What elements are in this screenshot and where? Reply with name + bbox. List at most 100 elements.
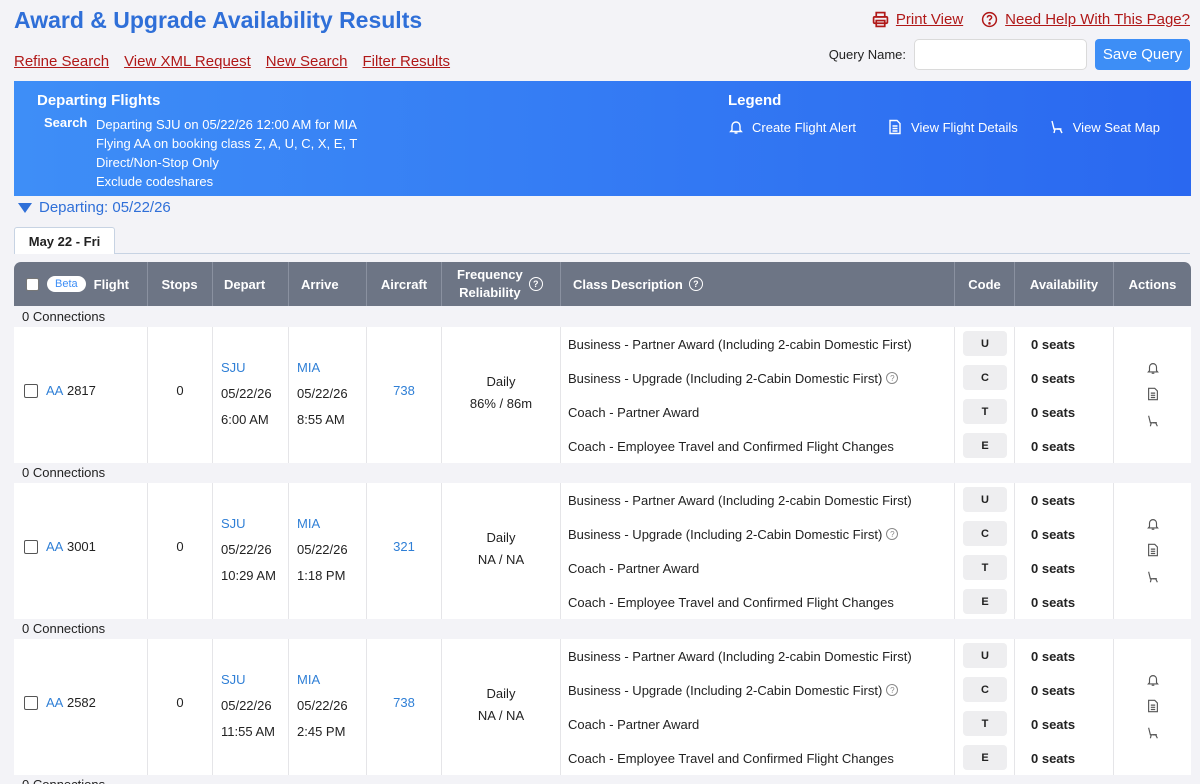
- bell-icon[interactable]: [1146, 517, 1160, 531]
- booking-code: T: [963, 555, 1007, 580]
- new-search-link[interactable]: New Search: [266, 53, 348, 70]
- flight-number: 2582: [66, 695, 96, 710]
- bell-icon[interactable]: [1146, 673, 1160, 687]
- arrive-airport-link[interactable]: MIA: [297, 667, 348, 693]
- class-description: Business - Upgrade (Including 2-Cabin Do…: [568, 368, 899, 388]
- depart-airport-link[interactable]: SJU: [221, 355, 272, 381]
- class-description: Coach - Partner Award: [568, 714, 699, 734]
- arrive-info: MIA 05/22/26 8:55 AM: [297, 355, 348, 433]
- document-icon[interactable]: [1146, 543, 1160, 557]
- save-query-button[interactable]: Save Query: [1095, 39, 1190, 70]
- arrive-time: 1:18 PM: [297, 568, 346, 583]
- frequency-info: Daily NA / NA: [442, 683, 560, 727]
- bell-icon[interactable]: [1146, 361, 1160, 375]
- flight-select-checkbox[interactable]: [24, 383, 38, 398]
- depart-date: 05/22/26: [221, 386, 272, 401]
- filter-results-link[interactable]: Filter Results: [363, 53, 451, 70]
- flight-row: AA 2582 0 SJU 05/22/26 11:55 AM MIA 05/2…: [14, 639, 1191, 775]
- carrier-link[interactable]: AA: [46, 383, 63, 398]
- arrive-airport-link[interactable]: MIA: [297, 355, 348, 381]
- help-link[interactable]: Need Help With This Page?: [981, 11, 1190, 28]
- arrive-airport-link[interactable]: MIA: [297, 511, 348, 537]
- th-code-label: Code: [968, 276, 1001, 292]
- tab-may-22[interactable]: May 22 - Fri: [14, 227, 115, 254]
- frequency-value: Daily: [486, 530, 516, 545]
- seat-availability: 0 seats: [1031, 750, 1076, 766]
- class-description: Business - Upgrade (Including 2-Cabin Do…: [568, 680, 899, 700]
- view-xml-request-link[interactable]: View XML Request: [124, 53, 251, 70]
- th-stops: Stops: [147, 262, 211, 306]
- carrier-link[interactable]: AA: [46, 539, 63, 554]
- arrive-info: MIA 05/22/26 2:45 PM: [297, 667, 348, 745]
- stops-cell: 0: [147, 327, 212, 463]
- document-icon[interactable]: [1146, 387, 1160, 401]
- flight-select-checkbox[interactable]: [24, 539, 38, 554]
- flight-cell: AA 2817: [14, 327, 147, 463]
- aircraft-cell: 738: [366, 639, 441, 775]
- flight-number: 2817: [66, 383, 96, 398]
- class-description-text: Coach - Partner Award: [568, 560, 700, 576]
- arrive-time: 8:55 AM: [297, 412, 345, 427]
- th-flight: Beta Flight: [14, 262, 147, 306]
- help-icon[interactable]: ?: [688, 277, 703, 291]
- document-icon[interactable]: [1146, 699, 1160, 713]
- actions-cell: [1113, 639, 1191, 775]
- help-icon[interactable]: ?: [886, 372, 899, 384]
- seat-availability: 0 seats: [1031, 526, 1076, 542]
- aircraft-link[interactable]: 321: [367, 539, 441, 554]
- booking-code: C: [963, 677, 1007, 702]
- beta-badge[interactable]: Beta: [47, 276, 86, 292]
- seat-availability: 0 seats: [1031, 716, 1076, 732]
- th-availability-label: Availability: [1029, 276, 1099, 292]
- frequency-cell: Daily NA / NA: [441, 639, 560, 775]
- seat-availability: 0 seats: [1031, 438, 1076, 454]
- seat-icon[interactable]: [1146, 570, 1160, 584]
- legend-flight-details: View Flight Details: [887, 119, 1018, 135]
- class-description: Business - Partner Award (Including 2-ca…: [568, 334, 912, 354]
- seat-availability: 0 seats: [1031, 492, 1076, 508]
- reliability-value: NA / NA: [477, 708, 525, 723]
- refine-search-link[interactable]: Refine Search: [14, 53, 109, 70]
- depart-airport-link[interactable]: SJU: [221, 511, 276, 537]
- search-criteria: Departing SJU on 05/22/26 12:00 AM for M…: [96, 115, 357, 191]
- code-cell: UCTE: [954, 639, 1014, 775]
- frequency-cell: Daily NA / NA: [441, 483, 560, 619]
- depart-airport-link[interactable]: SJU: [221, 667, 275, 693]
- help-circle-icon: [982, 11, 998, 28]
- class-description-text: Coach - Employee Travel and Confirmed Fl…: [568, 750, 894, 766]
- aircraft-link[interactable]: 738: [367, 383, 441, 398]
- arrive-info: MIA 05/22/26 1:18 PM: [297, 511, 348, 589]
- depart-time: 10:29 AM: [221, 568, 276, 583]
- departing-toggle[interactable]: Departing: 05/22/26: [18, 199, 171, 216]
- departing-flights-heading: Departing Flights: [37, 92, 161, 109]
- carrier-link[interactable]: AA: [46, 695, 63, 710]
- th-reliability-line: Reliability: [459, 285, 521, 300]
- th-actions: Actions: [1113, 262, 1191, 306]
- class-description-text: Business - Partner Award (Including 2-ca…: [568, 648, 912, 664]
- reliability-value: NA / NA: [477, 552, 525, 567]
- seat-icon[interactable]: [1146, 414, 1160, 428]
- th-aircraft-label: Aircraft: [380, 276, 428, 292]
- availability-cell: 0 seats 0 seats 0 seats 0 seats: [1014, 639, 1113, 775]
- depart-info: SJU 05/22/26 10:29 AM: [221, 511, 276, 589]
- search-line: Exclude codeshares: [96, 174, 214, 189]
- printer-icon: [872, 11, 889, 28]
- aircraft-link[interactable]: 738: [367, 695, 441, 710]
- stops-value: 0: [176, 695, 184, 710]
- th-aircraft: Aircraft: [366, 262, 441, 306]
- select-all-checkbox[interactable]: [26, 277, 39, 291]
- th-depart: Depart: [212, 262, 288, 306]
- seat-icon[interactable]: [1146, 726, 1160, 740]
- th-code: Code: [954, 262, 1014, 306]
- flight-select-checkbox[interactable]: [24, 695, 38, 710]
- caret-down-icon: [18, 202, 32, 213]
- query-name-input[interactable]: [914, 39, 1087, 70]
- help-icon[interactable]: ?: [528, 277, 543, 291]
- help-icon[interactable]: ?: [886, 684, 899, 696]
- help-icon[interactable]: ?: [886, 528, 899, 540]
- th-actions-label: Actions: [1128, 276, 1177, 292]
- depart-info: SJU 05/22/26 6:00 AM: [221, 355, 272, 433]
- class-description-text: Coach - Partner Award: [568, 716, 700, 732]
- print-view-link[interactable]: Print View: [872, 11, 963, 28]
- arrive-time: 2:45 PM: [297, 724, 346, 739]
